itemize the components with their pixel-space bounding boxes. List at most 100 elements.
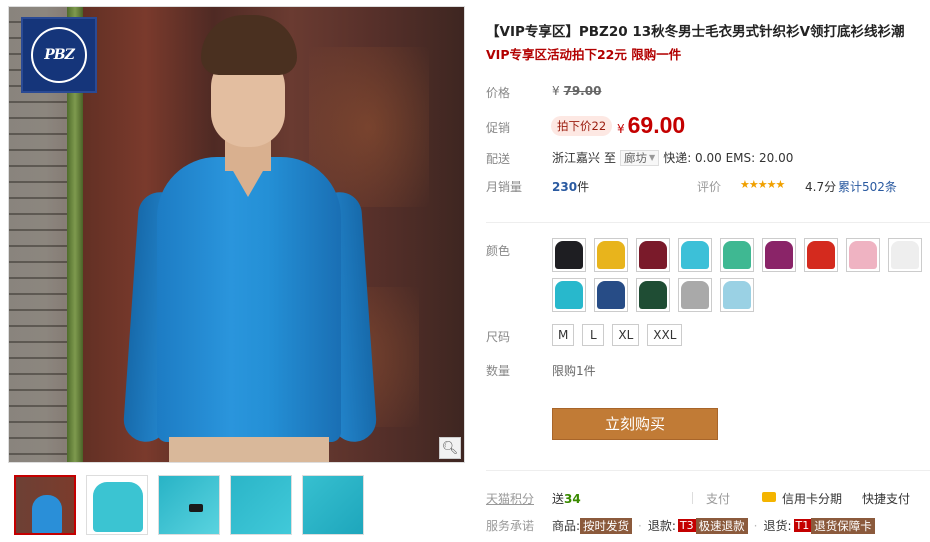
swatch-fill <box>681 241 709 269</box>
size-option-m[interactable]: M <box>552 324 575 346</box>
thumbnail-4[interactable] <box>230 475 292 535</box>
separator <box>692 492 693 504</box>
swatch-fill <box>681 281 709 309</box>
product-subtitle: VIP专享区活动拍下22元 限购一件 <box>486 47 682 62</box>
quantity-limit-note: 限购1件 <box>552 364 596 378</box>
color-swatch-purple[interactable] <box>762 238 796 272</box>
color-swatch-pink[interactable] <box>846 238 880 272</box>
promo-label: 促销 <box>486 121 511 135</box>
swatch-fill <box>639 241 667 269</box>
size-label: 尺码 <box>486 330 511 344</box>
sales-count: 230 <box>552 180 578 194</box>
rating-label: 评价 <box>697 180 722 194</box>
monthly-sales: 230件 <box>552 178 589 195</box>
buy-now-button[interactable]: 立刻购买 <box>552 408 718 440</box>
triangle-down-icon: ▼ <box>649 153 656 162</box>
color-swatches <box>552 238 930 312</box>
magnifier-icon[interactable]: 🔍︎ <box>439 437 461 459</box>
color-swatch-grey[interactable] <box>678 278 712 312</box>
currency-symbol: ¥ <box>552 84 560 98</box>
swatch-fill <box>639 281 667 309</box>
dot-separator: · <box>638 518 642 533</box>
review-count-link[interactable]: 累计502条 <box>838 178 897 195</box>
monthly-sales-label: 月销量 <box>486 180 523 194</box>
destination-select[interactable]: 廊坊 ▼ <box>620 149 660 166</box>
color-swatch-light-blue[interactable] <box>720 278 754 312</box>
swatch-fill <box>555 241 583 269</box>
color-swatch-wine[interactable] <box>636 238 670 272</box>
currency-symbol: ¥ <box>617 122 625 136</box>
swatch-fill <box>849 241 877 269</box>
color-swatch-dark-green[interactable] <box>636 278 670 312</box>
size-option-xxl[interactable]: XXL <box>647 324 683 346</box>
return-tier-tag: T1 <box>793 519 812 532</box>
swatch-fill <box>597 281 625 309</box>
quantity-label: 数量 <box>486 364 511 378</box>
swatch-fill <box>597 241 625 269</box>
hair <box>201 15 297 75</box>
size-option-xl[interactable]: XL <box>612 324 640 346</box>
destination-value: 廊坊 <box>624 150 648 165</box>
points-prefix: 送 <box>552 492 565 506</box>
blue-sweater <box>157 157 341 442</box>
on-time-shipping-badge[interactable]: 按时发货 <box>580 517 633 534</box>
ship-to-word: 至 <box>604 151 617 165</box>
credit-card-installment[interactable]: 信用卡分期 <box>782 490 842 507</box>
rating-score: 4.7分 <box>805 180 837 194</box>
size-options: M L XL XXL <box>552 324 683 346</box>
model-figure <box>122 7 378 462</box>
size-option-l[interactable]: L <box>582 324 605 346</box>
shipping-label: 配送 <box>486 152 511 166</box>
swatch-fill <box>723 281 751 309</box>
color-swatch-mint[interactable] <box>720 238 754 272</box>
shipping-fees: 快递: 0.00 EMS: 20.00 <box>663 151 794 165</box>
color-swatch-navy[interactable] <box>594 278 628 312</box>
color-label: 颜色 <box>486 244 511 258</box>
v-neck <box>225 157 271 197</box>
thumbnail-strip <box>14 475 364 535</box>
return-guarantee-badge[interactable]: 退货保障卡 <box>811 517 875 534</box>
divider <box>486 470 930 471</box>
promo-price-value: 69.00 <box>627 112 686 138</box>
product-title: 【VIP专享区】PBZ20 13秋冬男士毛衣男式针织衫V领打底衫线衫潮 <box>486 24 905 40</box>
pants <box>169 437 329 462</box>
return-label: 退货: <box>763 519 792 533</box>
service-label: 服务承诺 <box>486 519 535 533</box>
swatch-fill <box>807 241 835 269</box>
payment-label: 支付 <box>706 492 731 506</box>
swatch-fill <box>555 281 583 309</box>
divider <box>486 222 930 223</box>
fast-refund-badge[interactable]: 极速退款 <box>695 517 748 534</box>
star-rating-icon: ★★★★★ <box>740 178 785 191</box>
thumbnail-5[interactable] <box>302 475 364 535</box>
promo-tag: 拍下价22 <box>551 116 613 136</box>
dot-separator: · <box>753 518 758 533</box>
credit-card-icon <box>762 492 776 502</box>
swatch-fill <box>723 241 751 269</box>
price-label: 价格 <box>486 86 511 100</box>
color-swatch-white[interactable] <box>888 238 922 272</box>
color-swatch-cyan[interactable] <box>552 278 586 312</box>
goods-label: 商品: <box>552 519 581 533</box>
service-promises: 商品: 按时发货 · 退款: T3 极速退款 · 退货: T1 退货保障卡 <box>552 517 875 534</box>
brand-logo-text: PBZ <box>31 27 87 83</box>
swatch-fill <box>765 241 793 269</box>
color-swatch-black[interactable] <box>552 238 586 272</box>
swatch-fill <box>891 241 919 269</box>
color-swatch-red[interactable] <box>804 238 838 272</box>
refund-tier-tag: T3 <box>677 519 696 532</box>
points-value: 34 <box>564 492 581 506</box>
fast-pay[interactable]: 快捷支付 <box>862 490 910 507</box>
brand-logo: PBZ <box>21 17 97 93</box>
original-price-value: 79.00 <box>563 84 602 98</box>
color-swatch-yellow[interactable] <box>594 238 628 272</box>
promo-price: ¥69.00 <box>617 112 685 139</box>
thumbnail-1[interactable] <box>14 475 76 535</box>
thumbnail-2[interactable] <box>86 475 148 535</box>
thumbnail-3[interactable] <box>158 475 220 535</box>
main-product-image[interactable]: PBZ 🔍︎ <box>8 6 465 463</box>
ship-from: 浙江嘉兴 <box>552 151 601 165</box>
tmall-points-label[interactable]: 天猫积分 <box>486 490 534 507</box>
shipping-info: 浙江嘉兴 至 廊坊 ▼ 快递: 0.00 EMS: 20.00 <box>552 149 793 166</box>
color-swatch-sky-blue[interactable] <box>678 238 712 272</box>
